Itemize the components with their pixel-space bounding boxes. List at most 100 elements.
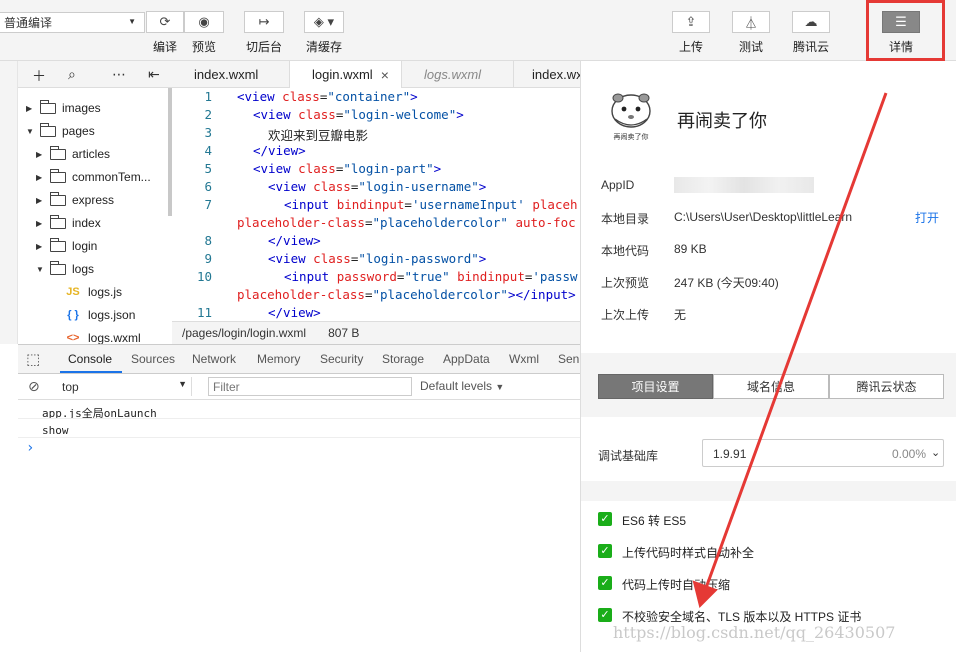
- js-file-icon: JS: [66, 286, 80, 298]
- console-line: show: [42, 424, 69, 437]
- cloud-icon: ☁: [804, 14, 818, 29]
- code-editor[interactable]: 1 2 3 4 5 6 7 8 9 10 11 <view class="container"> <…: [172, 88, 580, 321]
- tree-item-label: logs.wxml: [88, 331, 141, 344]
- tree-item-logs-json[interactable]: { } logs.json: [46, 304, 135, 326]
- last-preview-label: 上次预览: [601, 276, 650, 290]
- autoprefix-checkbox[interactable]: ✓: [598, 544, 612, 558]
- inspect-element-icon[interactable]: ⬚: [26, 350, 40, 368]
- code-line: <view class="login-welcome">: [253, 107, 464, 122]
- minify-checkbox[interactable]: ✓: [598, 576, 612, 590]
- tree-item-label: index: [72, 216, 101, 230]
- last-preview-value: 247 KB (今天09:40): [674, 276, 779, 290]
- console-output: app.js全局onLaunch show ›: [18, 400, 580, 652]
- tree-item-express[interactable]: ▶ express: [36, 189, 114, 211]
- folder-icon: [40, 99, 56, 114]
- tree-item-commontem[interactable]: ▶ commonTem...: [36, 166, 151, 188]
- tree-item-images[interactable]: ▶ images: [26, 97, 101, 119]
- compile-button[interactable]: ⟳: [146, 11, 184, 33]
- folder-icon: [50, 237, 66, 252]
- upload-icon: ⇪: [685, 14, 697, 29]
- preview-button[interactable]: ◉: [184, 11, 224, 33]
- tree-item-logs-wxml[interactable]: <> logs.wxml: [46, 327, 141, 344]
- tree-item-logs-js[interactable]: JS logs.js: [46, 281, 122, 303]
- code-line: </view>: [268, 305, 321, 320]
- tab-tencent-cloud-status[interactable]: 腾讯云状态: [829, 374, 944, 399]
- line-number: 2: [204, 107, 212, 122]
- tab-logs-wxml[interactable]: logs.wxml: [402, 61, 514, 88]
- close-icon[interactable]: ×: [381, 67, 389, 83]
- devtools-tab-memory[interactable]: Memory: [257, 352, 300, 366]
- search-icon[interactable]: ⌕: [68, 66, 76, 83]
- console-toolbar: ⊘ top ▼ Default levels ▼: [18, 374, 580, 400]
- refresh-icon: ⟳: [159, 14, 171, 29]
- details-highlight-box: [866, 0, 945, 61]
- appid-label: AppID: [601, 178, 635, 192]
- devtools-gutter: [0, 344, 18, 652]
- line-number: 6: [204, 179, 212, 194]
- context-select[interactable]: top ▼: [54, 377, 192, 396]
- code-line: 欢迎来到豆瓣电影: [268, 128, 369, 143]
- logo-caption: 再闹卖了你: [613, 134, 649, 141]
- tab-domain-info[interactable]: 域名信息: [713, 374, 829, 399]
- tree-item-pages[interactable]: ▼ pages: [26, 120, 95, 142]
- tree-item-logs[interactable]: ▼ logs: [36, 258, 94, 280]
- tab-index-wxml[interactable]: index.wxml: [172, 61, 290, 88]
- explorer-gutter: [0, 61, 18, 344]
- last-upload-label: 上次上传: [601, 308, 650, 322]
- es6-checkbox[interactable]: ✓: [598, 512, 612, 526]
- console-prompt[interactable]: ›: [26, 440, 34, 456]
- chevron-right-icon: ▶: [36, 218, 43, 228]
- local-dir-value: C:\Users\User\Desktop\littleLearn: [674, 210, 853, 224]
- devtools-tab-appdata[interactable]: AppData: [443, 352, 490, 366]
- watermark: https://blog.csdn.net/qq_26430507: [613, 623, 896, 642]
- upload-button[interactable]: ⇪: [672, 11, 710, 33]
- console-filter-input[interactable]: [208, 377, 412, 396]
- context-value: top: [62, 380, 79, 394]
- skip-domain-check-checkbox[interactable]: ✓: [598, 608, 612, 622]
- tree-item-login[interactable]: ▶ login: [36, 235, 97, 257]
- devtools-tab-sen[interactable]: Sen: [558, 352, 579, 366]
- add-file-icon[interactable]: ＋: [32, 66, 46, 86]
- section-divider: [581, 481, 956, 501]
- devtools-tab-security[interactable]: Security: [320, 352, 363, 366]
- tencent-cloud-label: 腾讯云: [792, 40, 829, 54]
- tree-item-label: logs: [72, 262, 95, 276]
- tree-item-index[interactable]: ▶ index: [36, 212, 101, 234]
- more-icon[interactable]: ⋯: [112, 66, 126, 83]
- folder-icon: [50, 191, 66, 206]
- code-line: <input bindinput='usernameInput' placeh: [284, 197, 578, 212]
- clear-cache-button[interactable]: ◈ ▾: [304, 11, 344, 33]
- tab-login-wxml[interactable]: login.wxml ×: [290, 61, 402, 88]
- editor-tabbar: index.wxml login.wxml × logs.wxml index.w…: [172, 61, 580, 88]
- toolbar: 普通编译 ▼ ⟳ 编译 ◉ 预览 ↦ 切后台 ◈ ▾ 清缓存 ⇪ 上传 ⏃ 测试…: [0, 0, 956, 61]
- tree-item-articles[interactable]: ▶ articles: [36, 143, 110, 165]
- tencent-cloud-button[interactable]: ☁: [792, 11, 830, 33]
- test-button[interactable]: ⏃: [732, 11, 770, 33]
- test-label: 测试: [738, 40, 763, 54]
- tab-index-wx[interactable]: index.wx: [514, 61, 580, 88]
- devtools-tab-wxml[interactable]: Wxml: [509, 352, 539, 366]
- compile-mode-select[interactable]: 普通编译 ▼: [0, 12, 145, 33]
- base-lib-version: 1.9.91: [713, 447, 747, 461]
- chevron-right-icon: ▶: [36, 149, 43, 159]
- devtools-tab-network[interactable]: Network: [192, 352, 236, 366]
- folder-icon: [50, 168, 66, 183]
- devtools-tab-storage[interactable]: Storage: [382, 352, 424, 366]
- base-lib-select[interactable]: 1.9.91 0.00% ⌄: [702, 439, 944, 467]
- base-lib-usage: 0.00%: [892, 447, 927, 461]
- clear-console-icon[interactable]: ⊘: [28, 378, 40, 395]
- open-folder-link[interactable]: 打开: [915, 209, 939, 226]
- file-path: /pages/login/login.wxml: [182, 326, 307, 340]
- log-levels-select[interactable]: Default levels ▼: [420, 379, 504, 393]
- tab-project-settings[interactable]: 项目设置: [598, 374, 713, 399]
- json-file-icon: { }: [67, 309, 79, 321]
- devtools-tab-sources[interactable]: Sources: [131, 352, 175, 366]
- upload-label: 上传: [678, 40, 703, 54]
- chevron-down-icon: ⌄: [931, 447, 941, 459]
- editor-statusbar: /pages/login/login.wxml 807 B: [172, 321, 580, 344]
- collapse-panel-icon[interactable]: ⇤: [148, 66, 160, 83]
- line-number: 8: [204, 233, 212, 248]
- switch-background-button[interactable]: ↦: [244, 11, 284, 33]
- active-tab-underline: [60, 371, 122, 373]
- devtools-tab-console[interactable]: Console: [68, 352, 112, 366]
